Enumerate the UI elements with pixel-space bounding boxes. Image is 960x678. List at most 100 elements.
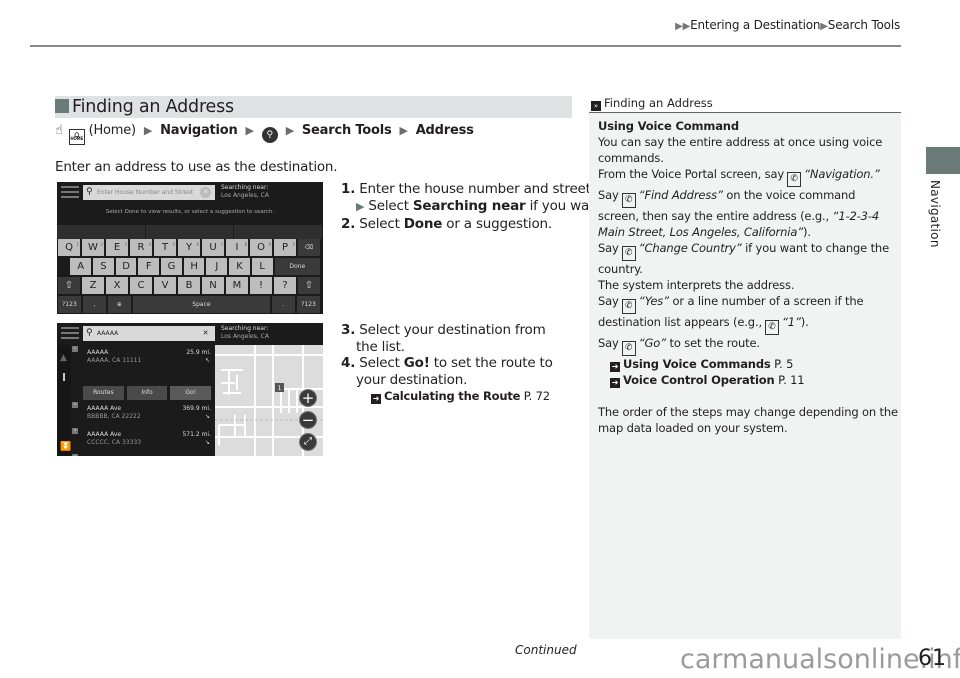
key: K	[229, 258, 250, 275]
result-name: AAAAA	[87, 349, 109, 356]
zoom-out-icon: −	[299, 411, 317, 429]
key: S	[93, 258, 114, 275]
breadcrumb-item: Entering a Destination	[690, 18, 821, 32]
key: H	[183, 258, 205, 275]
key: U7	[202, 239, 224, 256]
note-paragraph: From the Voice Portal screen, say ✆ “Navig…	[598, 166, 898, 187]
path-step: Address	[415, 123, 474, 138]
talk-button-icon: ✆	[764, 320, 779, 335]
key: G	[161, 258, 182, 275]
direction-arrow-icon: ↖	[204, 357, 210, 364]
cross-reference-link[interactable]: ➜ Voice Control Operation P. 11	[598, 372, 898, 388]
key-number-hint: 3	[124, 242, 127, 247]
key: J	[206, 258, 228, 275]
key: P0	[274, 239, 296, 256]
breadcrumb-item: Search Tools	[827, 18, 900, 32]
result-addr: AAAAA, CA 11111	[87, 357, 142, 364]
keyboard: Q 1 W 2 E 3 R 4 T 5 Y 6 U 7 I 8 O 9 P 0 ⌫ A S D F G H J K L Done ⇧ Z X C…	[57, 239, 323, 314]
routes-button: Routes	[83, 386, 124, 400]
key: ?	[274, 277, 296, 294]
talk-button-icon: ✆	[621, 299, 636, 314]
hint-text: Select Done to view results, or select a…	[105, 209, 275, 215]
searching-near-city: Los Angeles, CA	[221, 333, 269, 340]
result-addr: CCCCC, CA 33333	[87, 439, 142, 446]
map-pin-number: 1	[278, 385, 282, 392]
key-period: .	[272, 296, 296, 313]
note-paragraph: You can say the entire address at once u…	[598, 135, 883, 165]
key-number-hint: 2	[100, 242, 103, 247]
step-4: 4. Select Go! to set the route to your d…	[341, 355, 553, 388]
info-button: Info	[126, 386, 168, 400]
key-number-hint: 4	[148, 242, 151, 247]
talk-button-icon: ✆	[621, 246, 636, 261]
note-paragraph: Say ✆ “Change Country” if you want to chan…	[598, 241, 889, 276]
cross-reference-link[interactable]: ➜ Calculating the Route P. 72	[341, 388, 566, 405]
note-paragraph: Say ✆ “Find Address” on the voice command …	[598, 188, 880, 239]
key-number-hint: 1	[76, 242, 79, 247]
cross-reference-link[interactable]: ➜ Using Voice Commands P. 5	[598, 356, 898, 372]
map-view: 1 + − ⤢	[215, 345, 323, 456]
key: Z	[82, 277, 104, 294]
result-name: AAAAA Ave	[87, 431, 122, 438]
key: N	[202, 277, 224, 294]
key: !	[250, 277, 272, 294]
key: O9	[250, 239, 272, 256]
note-paragraph: Say ✆ “Go” to set the route.	[598, 335, 898, 356]
step-3: 3. Select your destination from the list…	[341, 322, 546, 355]
keyboard-screenshot: ⚲ Enter House Number and Street ✕ Search…	[57, 182, 323, 314]
key: E3	[106, 239, 128, 256]
key-number-hint: 6	[196, 242, 199, 247]
home-icon: ⌂ HOME	[68, 129, 85, 145]
section-title-text: Finding an Address	[72, 97, 234, 117]
search-icon: ⚲	[86, 328, 93, 338]
menu-icon	[61, 186, 79, 200]
clear-icon: ✕	[202, 329, 209, 337]
key: X	[106, 277, 128, 294]
section-square-icon	[55, 99, 69, 113]
key: Y6	[178, 239, 200, 256]
results-screenshot: ⚲ AAAAA ✕ Searching near: Los Angeles, C…	[57, 323, 323, 456]
direction-arrow-icon: ↘	[204, 413, 210, 420]
key-symbols: ?123	[297, 296, 320, 313]
continued-label: Continued	[515, 643, 577, 657]
globe-icon: ⊕	[107, 296, 131, 313]
search-icon: ⚲	[86, 187, 93, 197]
result-addr: BBBBB, CA 22222	[87, 413, 141, 420]
cross-reference-icon: ➜	[610, 362, 620, 372]
path-arrow-icon: ▶	[399, 124, 408, 137]
key: F	[138, 258, 160, 275]
scrollbar: ▲ ⏬	[57, 345, 71, 456]
note-paragraph: Say ✆ “Yes” or a line number of a screen i…	[598, 293, 898, 335]
key: D	[115, 258, 137, 275]
section-title: Finding an Address	[55, 96, 572, 118]
searching-near-label: Searching near:	[221, 184, 269, 191]
talk-button-icon: ✆	[621, 341, 636, 356]
note-paragraph: The order of the steps may change depend…	[598, 405, 898, 435]
touch-icon: ☝	[55, 123, 63, 138]
steps-group-2: 3. Select your destination from the list…	[341, 322, 566, 405]
searching-near: Searching near: Los Angeles, CA	[221, 184, 269, 200]
result-dist: 571.2 mi.	[182, 431, 211, 438]
shift-icon: ⇧	[298, 277, 320, 294]
side-note-header: » Finding an Address	[589, 95, 901, 113]
fullscreen-icon: ⤢	[299, 433, 317, 451]
note-icon: »	[591, 101, 601, 111]
zoom-in-icon: +	[299, 389, 317, 407]
searching-near-city: Los Angeles, CA	[221, 192, 269, 199]
result-num: 4	[72, 454, 78, 456]
go-button: Go!	[170, 386, 212, 400]
cross-reference-icon: ➜	[610, 378, 620, 388]
result-dist: 25.9 mi.	[186, 349, 211, 356]
key-symbols: ?123	[58, 296, 81, 313]
shift-icon: ⇧	[58, 277, 80, 294]
result-num: 3	[72, 428, 78, 434]
scroll-up-icon: ▲	[60, 353, 67, 363]
address-search-field: ⚲ AAAAA ✕	[83, 326, 215, 341]
header-divider	[30, 45, 901, 47]
breadcrumb: ▶▶Entering a Destination▶Search Tools	[675, 18, 900, 32]
result-num: 2	[72, 402, 78, 408]
key: Q1	[58, 239, 80, 256]
key-number-hint: 9	[268, 242, 271, 247]
talk-button-icon: ✆	[787, 172, 802, 187]
key: V	[154, 277, 176, 294]
